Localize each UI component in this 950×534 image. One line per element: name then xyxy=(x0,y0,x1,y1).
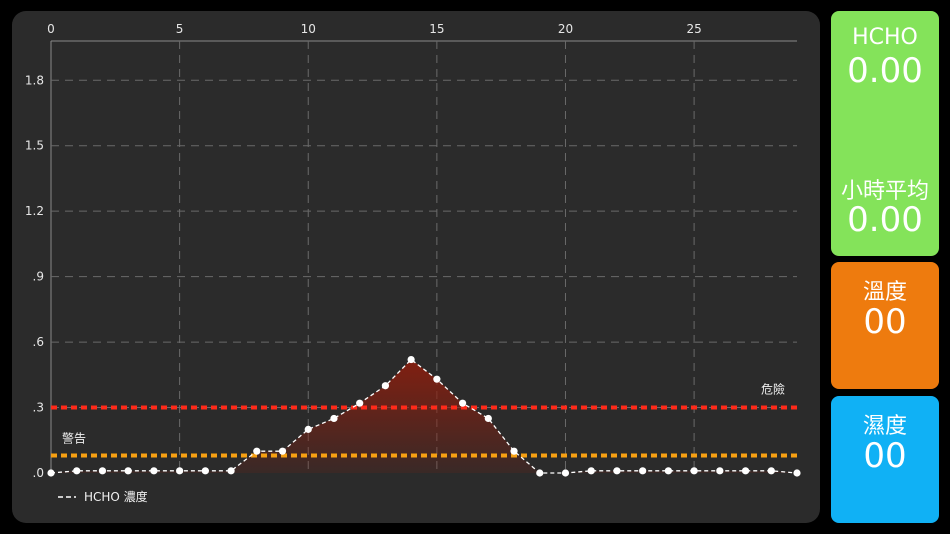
y-tick-label: 1.2 xyxy=(25,204,44,218)
data-point xyxy=(201,467,209,475)
data-point xyxy=(150,467,158,475)
data-point xyxy=(73,467,81,475)
data-point xyxy=(304,425,312,433)
y-tick-label: .9 xyxy=(33,270,44,284)
data-point xyxy=(767,467,775,475)
data-point xyxy=(47,469,55,477)
hcho-summary-tile: HCHO 0.00 小時平均 0.00 xyxy=(831,11,939,256)
x-tick-label: 5 xyxy=(176,22,184,36)
data-point xyxy=(227,467,235,475)
hcho-chart-panel: 0 5 10 15 20 25 .0 .3 .6 .9 1.2 1.5 1.8 危險警告 HCHO 濃度 xyxy=(12,11,820,523)
data-point xyxy=(433,375,441,383)
x-tick-label: 15 xyxy=(429,22,444,36)
data-point xyxy=(587,467,595,475)
y-tick-label: 1.8 xyxy=(25,73,44,87)
data-point xyxy=(536,469,544,477)
data-point xyxy=(124,467,132,475)
x-tick-label: 25 xyxy=(686,22,701,36)
hcho-value: 0.00 xyxy=(847,51,923,91)
temperature-tile: 溫度 00 xyxy=(831,262,939,389)
data-point xyxy=(510,447,518,455)
hcho-line-chart: 0 5 10 15 20 25 .0 .3 .6 .9 1.2 1.5 1.8 危險警告 HCHO 濃度 xyxy=(25,22,801,504)
humidity-tile: 濕度 00 xyxy=(831,396,939,523)
data-point xyxy=(741,467,750,475)
data-point xyxy=(690,467,698,475)
data-point xyxy=(664,467,672,475)
temperature-value: 00 xyxy=(863,302,907,342)
data-point xyxy=(793,469,801,477)
hcho-label: HCHO xyxy=(852,25,918,50)
data-point xyxy=(407,355,415,364)
y-tick-label: .0 xyxy=(33,466,44,480)
humidity-value: 00 xyxy=(863,436,907,476)
data-point xyxy=(613,467,621,475)
legend-label: HCHO 濃度 xyxy=(84,489,148,504)
data-point xyxy=(253,447,261,455)
x-tick-label: 10 xyxy=(301,22,316,36)
data-point xyxy=(176,467,184,475)
hourly-average-value: 0.00 xyxy=(847,200,923,240)
data-point xyxy=(716,467,724,475)
data-point xyxy=(330,414,338,423)
x-tick-label: 0 xyxy=(47,22,55,36)
threshold-label: 危險 xyxy=(761,382,785,397)
data-point xyxy=(278,447,287,455)
data-point xyxy=(98,467,107,475)
data-point xyxy=(381,382,390,390)
y-tick-label: .6 xyxy=(33,335,44,349)
data-point xyxy=(458,399,467,407)
data-point xyxy=(356,399,364,407)
y-tick-label: .3 xyxy=(33,401,44,415)
x-tick-label: 20 xyxy=(558,22,573,36)
data-point xyxy=(484,414,492,423)
y-tick-label: 1.5 xyxy=(25,139,44,153)
data-point xyxy=(639,467,647,475)
data-point xyxy=(561,469,570,477)
threshold-label: 警告 xyxy=(62,431,86,446)
